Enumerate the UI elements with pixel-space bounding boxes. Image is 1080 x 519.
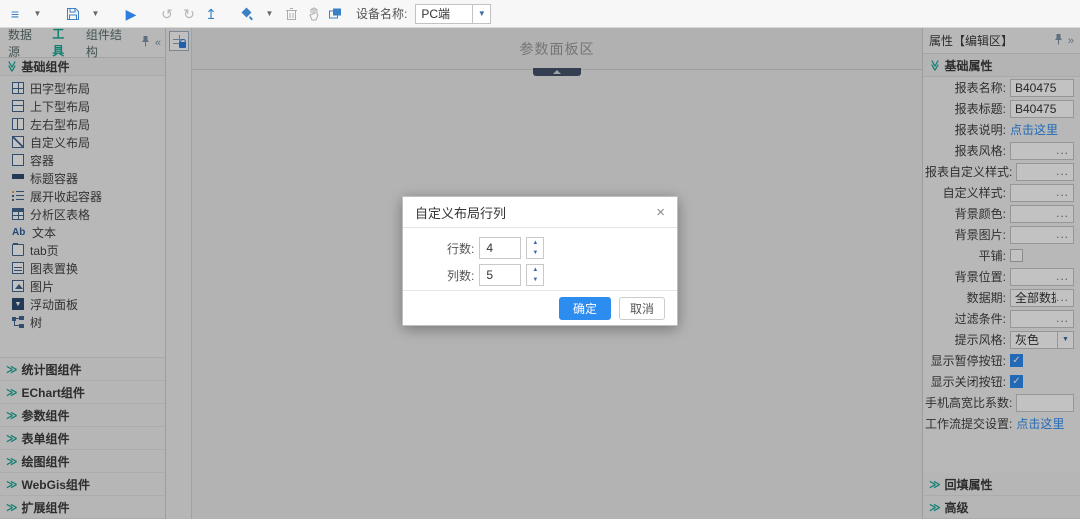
preview-button[interactable]: ▶	[122, 3, 140, 25]
rows-input[interactable]	[479, 237, 521, 259]
chevron-down-icon: ▼	[92, 9, 100, 18]
format-paint-button[interactable]	[238, 3, 256, 25]
format-paint-dropdown-button[interactable]: ▼	[260, 3, 278, 25]
save-icon	[66, 7, 80, 21]
stepper-up-icon[interactable]: ▲	[527, 238, 543, 248]
undo-icon: ↺	[161, 7, 173, 21]
cols-label: 列数:	[447, 267, 474, 284]
stepper-down-icon[interactable]: ▼	[527, 248, 543, 258]
save-dropdown-button[interactable]: ▼	[86, 3, 104, 25]
menu-icon: ≡	[11, 7, 19, 21]
device-select-value: PC端	[415, 4, 473, 24]
layers-icon	[328, 7, 342, 20]
play-icon: ▶	[126, 7, 137, 21]
dialog-title: 自定义布局行列	[415, 203, 506, 222]
redo-icon: ↻	[183, 7, 195, 21]
cancel-button[interactable]: 取消	[619, 297, 665, 320]
upload-icon: ↥	[205, 7, 217, 21]
cols-input[interactable]	[479, 264, 521, 286]
delete-button[interactable]	[282, 3, 300, 25]
stepper-up-icon[interactable]: ▲	[527, 265, 543, 275]
save-button[interactable]	[64, 3, 82, 25]
stepper-down-icon[interactable]: ▼	[527, 275, 543, 285]
menu-dropdown-button[interactable]: ▼	[28, 3, 46, 25]
toolbar: ≡ ▼ ▼ ▶ ↺ ↻ ↥ ▼	[0, 0, 1080, 28]
undo-button[interactable]: ↺	[158, 3, 176, 25]
menu-button[interactable]: ≡	[6, 3, 24, 25]
custom-layout-dialog: 自定义布局行列 × 行数: ▲ ▼ 列数: ▲ ▼ 确定 取消	[402, 196, 678, 326]
upload-button[interactable]: ↥	[202, 3, 220, 25]
trash-icon	[285, 7, 298, 21]
layers-button[interactable]	[326, 3, 344, 25]
chevron-down-icon: ▼	[478, 9, 486, 18]
rows-label: 行数:	[447, 240, 474, 257]
rows-field-row: 行数: ▲ ▼	[447, 236, 677, 260]
cols-field-row: 列数: ▲ ▼	[447, 263, 677, 287]
chevron-down-icon: ▼	[34, 9, 42, 18]
device-select-arrow[interactable]: ▼	[473, 4, 491, 24]
chevron-down-icon: ▼	[266, 9, 274, 18]
pan-button[interactable]	[304, 3, 322, 25]
device-select[interactable]: PC端 ▼	[415, 4, 491, 24]
hand-icon	[307, 7, 320, 21]
close-icon[interactable]: ×	[656, 205, 665, 220]
format-paint-icon	[240, 7, 254, 21]
redo-button[interactable]: ↻	[180, 3, 198, 25]
rows-stepper[interactable]: ▲ ▼	[526, 237, 544, 259]
ok-button[interactable]: 确定	[559, 297, 611, 320]
cols-stepper[interactable]: ▲ ▼	[526, 264, 544, 286]
device-name-label: 设备名称:	[356, 5, 407, 22]
